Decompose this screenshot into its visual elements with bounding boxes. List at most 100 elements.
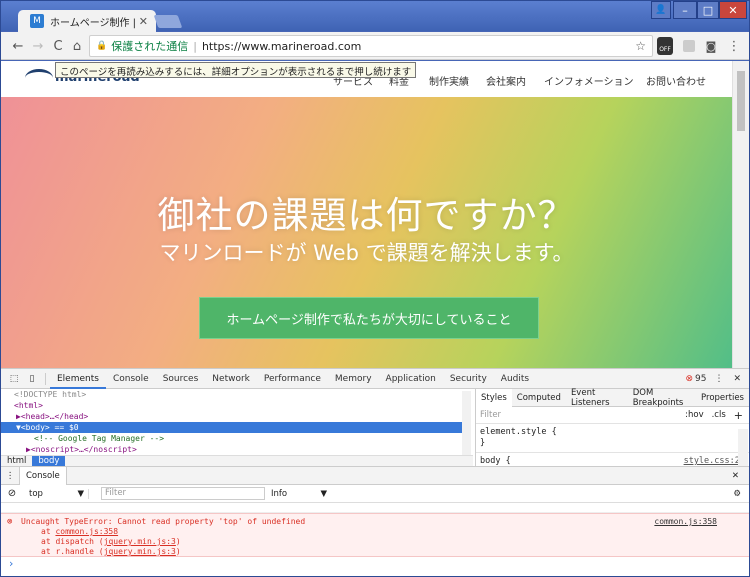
close-window-button[interactable]: ✕ bbox=[719, 1, 747, 19]
tab-memory[interactable]: Memory bbox=[328, 369, 379, 389]
forward-arrow-icon[interactable]: → bbox=[29, 38, 47, 54]
nav-information[interactable]: インフォメーション bbox=[544, 73, 634, 88]
dom-noscript[interactable]: ▶<noscript>…</noscript> bbox=[1, 444, 473, 455]
hero-cta-button[interactable]: ホームページ制作で私たちが大切にしていること bbox=[199, 297, 539, 339]
element-style-rule: element.style { } bbox=[476, 424, 749, 453]
reload-icon[interactable]: C bbox=[49, 38, 67, 54]
nav-works[interactable]: 制作実績 bbox=[429, 73, 469, 88]
tab-network[interactable]: Network bbox=[205, 369, 257, 389]
console-toolbar: ⊘ top ▼ Filter Info ▼ ⚙ bbox=[1, 485, 749, 503]
styles-pane: Styles Computed Event Listeners DOM Brea… bbox=[475, 388, 749, 467]
chrome-menu-icon[interactable]: ⋮ bbox=[725, 38, 743, 54]
tab-event-listeners[interactable]: Event Listeners bbox=[566, 388, 628, 408]
tab-styles[interactable]: Styles bbox=[476, 388, 512, 407]
home-icon[interactable]: ⌂ bbox=[68, 38, 86, 54]
clear-console-icon[interactable]: ⊘ bbox=[1, 488, 23, 499]
devtools-menu-icon[interactable]: ⋮ bbox=[714, 374, 723, 384]
dom-comment[interactable]: <!-- Google Tag Manager --> bbox=[1, 433, 473, 444]
console-settings-icon[interactable]: ⚙ bbox=[733, 489, 741, 499]
page-scrollbar[interactable] bbox=[732, 61, 749, 368]
styles-tabbar: Styles Computed Event Listeners DOM Brea… bbox=[476, 388, 749, 408]
tab-dom-breakpoints[interactable]: DOM Breakpoints bbox=[628, 388, 696, 408]
console-error-message: ⊗ Uncaught TypeError: Cannot read proper… bbox=[1, 513, 749, 557]
dom-body-selected[interactable]: ▼<body> == $0 bbox=[1, 422, 463, 433]
tab-elements[interactable]: Elements bbox=[50, 369, 106, 389]
url-text: https://www.marineroad.com bbox=[201, 39, 362, 53]
tab-title: ホームページ制作 | 栃木 bbox=[50, 17, 138, 29]
dom-html[interactable]: <html> bbox=[1, 400, 473, 411]
elements-tree: <!DOCTYPE html> <html> ▶<head>…</head> ▼… bbox=[1, 389, 473, 467]
stack-frame-3-suffix: ) bbox=[175, 547, 181, 556]
nav-contact[interactable]: お問い合わせ bbox=[646, 73, 706, 88]
stack-frame-2: at dispatch (jquery.min.js:3) bbox=[1, 537, 749, 547]
element-style-selector[interactable]: element.style { bbox=[480, 427, 745, 438]
drawer-close-icon[interactable]: ✕ bbox=[732, 471, 739, 481]
styles-filter-input[interactable]: Filter bbox=[480, 410, 501, 420]
tabbar-divider bbox=[45, 372, 46, 385]
stack-frame-1-link[interactable]: common.js:358 bbox=[55, 527, 118, 536]
extension-off-icon[interactable]: OFF bbox=[657, 37, 673, 55]
browser-toolbar: ← → C ⌂ 🔒 保護された通信 | https://www.marinero… bbox=[1, 32, 749, 60]
hero-subtitle: マリンロードが Web で課題を解決します。 bbox=[159, 241, 574, 265]
devtools-close-icon[interactable]: ✕ bbox=[733, 374, 741, 384]
minimize-button[interactable]: – bbox=[673, 1, 697, 19]
device-toolbar-icon[interactable]: ▯ bbox=[23, 374, 41, 384]
address-bar[interactable]: 🔒 保護された通信 | https://www.marineroad.com ☆ bbox=[89, 35, 653, 57]
new-rule-icon[interactable]: + bbox=[734, 409, 743, 422]
tab-performance[interactable]: Performance bbox=[257, 369, 328, 389]
nav-company[interactable]: 会社案内 bbox=[486, 73, 526, 88]
back-arrow-icon[interactable]: ← bbox=[9, 38, 27, 54]
error-text: Uncaught TypeError: Cannot read property… bbox=[21, 517, 306, 526]
bookmark-star-icon[interactable]: ☆ bbox=[635, 39, 646, 53]
tab-console[interactable]: Console bbox=[106, 369, 156, 389]
reload-tooltip: このページを再読み込みするには、詳細オプションが表示されるまで押し続けます bbox=[55, 62, 417, 78]
cls-toggle[interactable]: .cls bbox=[712, 410, 726, 420]
page-scrollbar-thumb[interactable] bbox=[737, 71, 745, 131]
drawer-tabbar: ⋮ Console ✕ bbox=[1, 466, 749, 485]
stack-frame-3-prefix: at r.handle ( bbox=[41, 547, 104, 556]
context-selector[interactable]: top ▼ bbox=[23, 488, 89, 499]
user-profile-icon[interactable]: 👤 bbox=[651, 1, 671, 19]
error-first-line: Uncaught TypeError: Cannot read property… bbox=[1, 517, 749, 527]
tab-close-icon[interactable]: ✕ bbox=[139, 15, 148, 28]
stack-frame-3-link[interactable]: jquery.min.js:3 bbox=[104, 547, 176, 556]
lock-icon: 🔒 bbox=[96, 41, 108, 51]
element-style-close: } bbox=[480, 438, 486, 448]
drawer-tab-console[interactable]: Console bbox=[19, 466, 67, 485]
tab-audits[interactable]: Audits bbox=[494, 369, 536, 389]
context-value: top bbox=[29, 488, 43, 499]
log-level-selector[interactable]: Info ▼ bbox=[271, 489, 327, 499]
console-prompt[interactable]: › bbox=[1, 557, 749, 571]
console-filter-input[interactable]: Filter bbox=[101, 487, 265, 500]
url-separator: | bbox=[193, 39, 197, 53]
extension-pdf-icon[interactable] bbox=[683, 40, 695, 52]
hero-title: 御社の課題は何ですか？ bbox=[157, 194, 576, 237]
maximize-button[interactable]: □ bbox=[697, 1, 719, 19]
new-tab-button[interactable] bbox=[153, 15, 183, 28]
body-rule-source[interactable]: style.css:26 bbox=[684, 456, 745, 466]
drawer-menu-icon[interactable]: ⋮ bbox=[1, 471, 19, 481]
error-count[interactable]: 95 bbox=[695, 374, 706, 384]
inspect-element-icon[interactable]: ⬚ bbox=[5, 374, 23, 384]
dom-doctype[interactable]: <!DOCTYPE html> bbox=[1, 389, 473, 400]
body-rule-selector[interactable]: body { bbox=[480, 456, 511, 466]
stack-frame-1-prefix: at bbox=[41, 527, 56, 536]
site-logo-icon[interactable] bbox=[25, 69, 53, 87]
tab-security[interactable]: Security bbox=[443, 369, 494, 389]
tab-computed[interactable]: Computed bbox=[512, 393, 566, 403]
camera-icon[interactable]: ◙ bbox=[702, 38, 720, 54]
dom-head[interactable]: ▶<head>…</head> bbox=[1, 411, 473, 422]
context-dropdown-icon: ▼ bbox=[77, 488, 84, 499]
hov-toggle[interactable]: :hov bbox=[685, 410, 703, 420]
stack-frame-2-link[interactable]: jquery.min.js:3 bbox=[104, 537, 176, 546]
browser-tab-active[interactable]: M ホームページ制作 | 栃木 ✕ bbox=[18, 10, 156, 32]
tab-sources[interactable]: Sources bbox=[156, 369, 206, 389]
tab-properties[interactable]: Properties bbox=[696, 393, 749, 403]
elements-scrollbar[interactable] bbox=[462, 391, 471, 463]
page-viewport: marineroad サービス 料金 制作実績 会社案内 インフォメーション お… bbox=[1, 61, 732, 368]
error-count-icon[interactable]: ⊗ bbox=[685, 374, 693, 384]
error-source-link[interactable]: common.js:358 bbox=[654, 517, 717, 527]
log-level-value: Info bbox=[271, 488, 288, 499]
tab-application[interactable]: Application bbox=[379, 369, 443, 389]
styles-scrollbar[interactable] bbox=[738, 429, 748, 467]
